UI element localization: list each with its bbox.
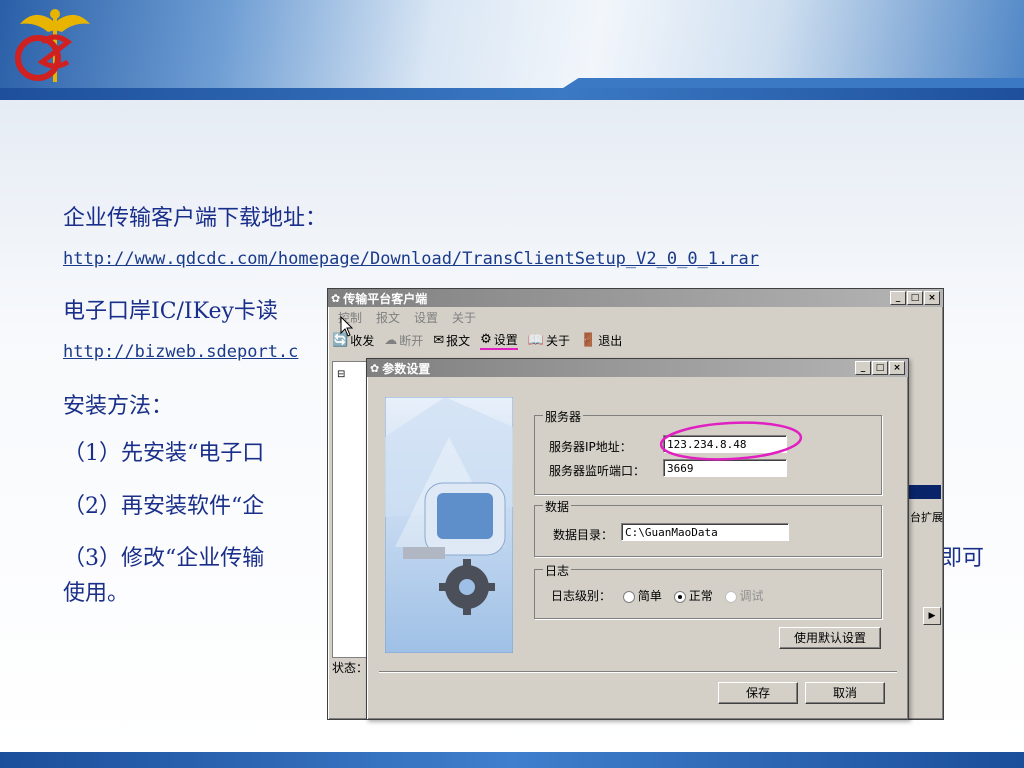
client-menubar: 控制 报文 设置 关于 (328, 307, 943, 328)
log-simple-radio[interactable] (622, 590, 635, 603)
status-label: 状态： (332, 661, 369, 675)
settings-icon: ⚙ (480, 332, 492, 347)
menu-settings[interactable]: 设置 (414, 309, 438, 326)
install-step-3-tail: 即可 (940, 546, 985, 571)
client-titlebar[interactable]: ✿ 传输平台客户端 _ □ × (328, 289, 943, 307)
save-button[interactable]: 保存 (718, 682, 798, 704)
install-step-3-line2: 使用。 (63, 581, 130, 606)
download-link[interactable]: http://www.qdcdc.com/homepage/Download/T… (63, 249, 759, 269)
data-dir-input[interactable]: C:\GuanMaoData (621, 523, 789, 541)
minimize-button[interactable]: _ (890, 291, 906, 305)
dialog-title: 参数设置 (382, 361, 431, 376)
dialog-close-button[interactable]: × (889, 361, 905, 375)
use-default-settings-button[interactable]: 使用默认设置 (779, 627, 881, 649)
side-text: 台扩展 (910, 511, 943, 524)
log-group-label: 日志 (543, 562, 572, 579)
dialog-divider (379, 671, 897, 673)
log-normal-label[interactable]: 正常 (689, 589, 713, 603)
menu-message[interactable]: 报文 (376, 309, 400, 326)
medical-caduceus-logo (15, 9, 90, 82)
computer-gear-illustration (385, 397, 513, 653)
install-heading: 安装方法： (63, 394, 174, 419)
footer-bar (0, 752, 1024, 768)
about-icon: 📖 (527, 333, 544, 348)
log-level-label: 日志级别： (551, 589, 612, 603)
close-button[interactable]: × (924, 291, 940, 305)
disconnect-icon: ☁ (384, 333, 398, 348)
server-ip-label: 服务器IP地址： (549, 440, 632, 454)
log-debug-radio[interactable] (724, 590, 737, 603)
selection-bar (907, 485, 941, 499)
data-group: 数据 数据目录： C:\GuanMaoData (534, 498, 882, 557)
data-group-label: 数据 (543, 498, 572, 515)
mouse-cursor-icon (340, 316, 354, 337)
log-simple-label[interactable]: 简单 (638, 589, 662, 603)
download-heading: 企业传输客户端下载地址： (63, 206, 328, 231)
log-debug-label[interactable]: 调试 (740, 589, 764, 603)
tree-panel[interactable]: ⊟ (332, 361, 370, 658)
dialog-minimize-button[interactable]: _ (855, 361, 871, 375)
highlight-ellipse (659, 421, 803, 461)
data-dir-label: 数据目录： (553, 528, 614, 542)
banner-stripe (0, 88, 1024, 100)
toolbar-about[interactable]: 📖 关于 (528, 332, 570, 349)
tree-expand-icon[interactable]: ⊟ (337, 369, 345, 380)
install-step-2: （2）再安装软件“企 (63, 494, 265, 519)
dialog-icon: ✿ (370, 361, 380, 375)
client-title: 传输平台客户端 (343, 291, 428, 306)
log-group: 日志 日志级别： 简单 正常 调试 (534, 562, 882, 619)
log-normal-radio[interactable] (673, 590, 686, 603)
message-icon: ✉ (433, 333, 445, 348)
dialog-maximize-button[interactable]: □ (872, 361, 888, 375)
install-step-1: （1）先安装“电子口 (63, 441, 265, 466)
client-toolbar: 🔄 收发 ☁ 断开 ✉ 报文 ⚙ 设置 📖 关于 🚪 退出 (328, 328, 943, 353)
exit-icon: 🚪 (580, 333, 597, 348)
dialog-titlebar[interactable]: ✿ 参数设置 _ □ × (367, 359, 908, 377)
settings-dialog[interactable]: ✿ 参数设置 _ □ × 服务器 服务器IP地址： 123.234.8.48 服… (366, 358, 909, 720)
cancel-button[interactable]: 取消 (805, 682, 885, 704)
app-icon: ✿ (331, 291, 341, 305)
toolbar-settings[interactable]: ⚙ 设置 (480, 331, 518, 350)
toolbar-disconnect[interactable]: ☁ 断开 (384, 332, 423, 349)
server-group-label: 服务器 (543, 408, 584, 425)
toolbar-message[interactable]: ✉ 报文 (433, 332, 470, 349)
maximize-button[interactable]: □ (907, 291, 923, 305)
log-level-row: 日志级别： 简单 正常 调试 (551, 587, 764, 604)
server-port-label: 服务器监听端口： (549, 464, 646, 478)
ic-card-heading: 电子口岸IC/IKey卡读 (63, 299, 278, 324)
menu-about[interactable]: 关于 (452, 309, 476, 326)
toolbar-exit[interactable]: 🚪 退出 (580, 332, 622, 349)
bizweb-link[interactable]: http://bizweb.sdeport.c (63, 342, 298, 362)
install-step-3: （3）修改“企业传输 (63, 546, 265, 571)
scroll-right-arrow[interactable]: ▶ (923, 607, 941, 625)
